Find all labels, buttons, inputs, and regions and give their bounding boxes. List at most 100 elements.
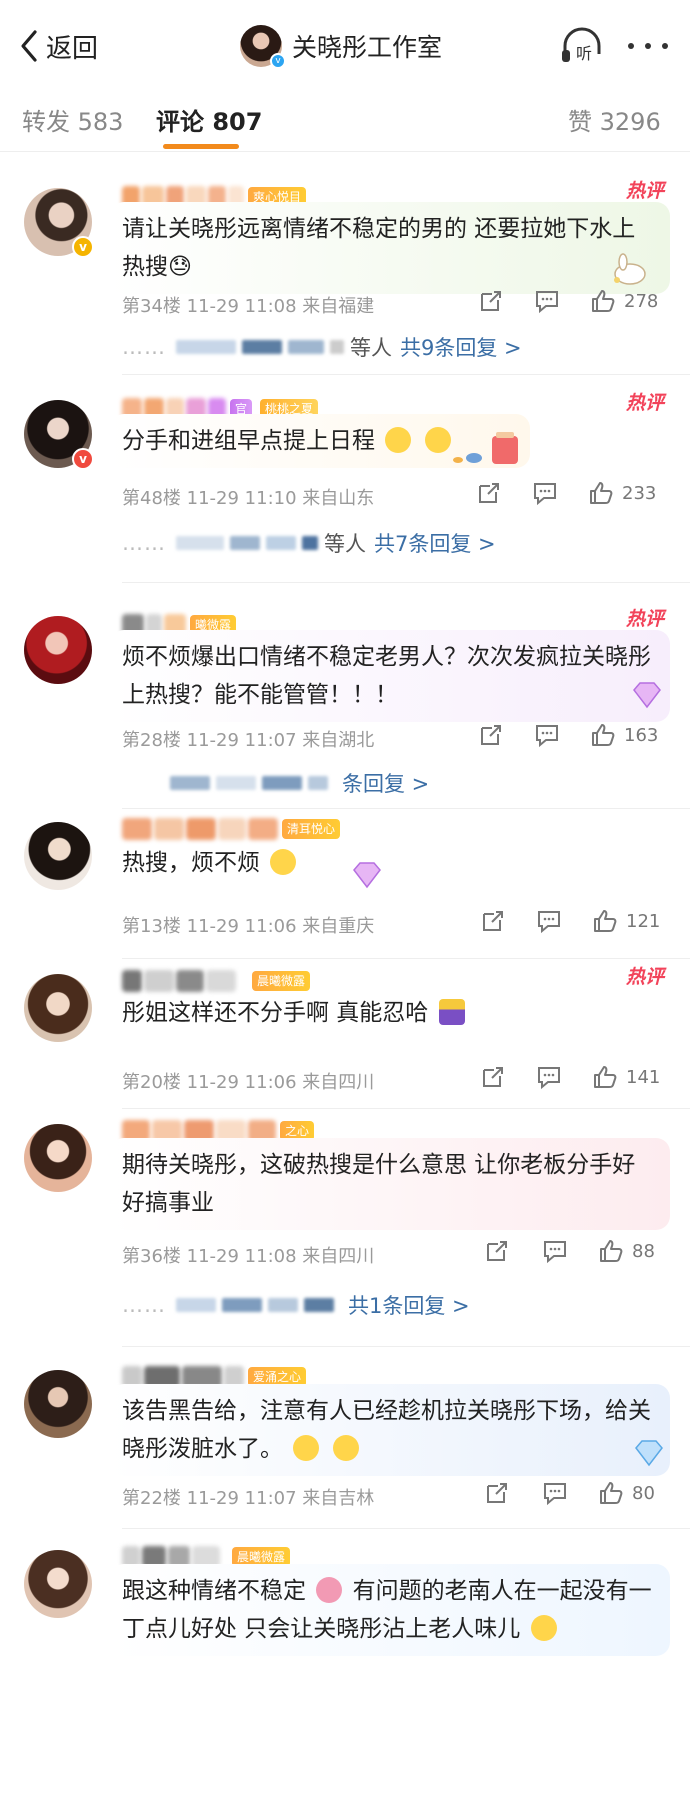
account-title[interactable]: v 关晓彤工作室 [240,22,442,70]
like-button[interactable]: 88 [598,1238,655,1264]
tab-reposts[interactable]: 转发 583 [22,102,123,137]
comment-item: 之心 期待关晓彤，这破热搜是什么意思 让你老板分手好好搞事业 第36楼 11-2… [0,1110,690,1350]
comment-text: 热搜，烦不烦 [122,850,260,876]
avatar[interactable] [24,1370,92,1438]
comment-bubble: 热搜，烦不烦 [110,836,311,890]
listen-label: 听 [576,44,592,63]
hot-comment-tag: 热评 [625,392,664,414]
comment-item: 曦微露 热评 烦不烦爆出口情绪不稳定老男人？次次发疯拉关晓彤上热搜？能不能管管！… [0,596,690,810]
comment-text: 分手和进组早点提上日程 [122,428,375,454]
share-button[interactable] [480,1064,506,1090]
redacted-block [222,1298,262,1312]
avatar[interactable]: v [24,400,94,470]
comment-text-part-1: 跟这种情绪不稳定 [122,1578,306,1604]
comment-location: 来自四川 [302,1246,375,1267]
comments-page: { "nav": {"back_label": "返回", "title": "… [0,0,690,1815]
floor-number: 第28楼 [122,730,181,751]
like-button[interactable]: 163 [590,722,658,748]
view-replies-link[interactable]: 条回复 > [342,768,429,798]
tab-likes[interactable]: 赞 3296 [568,102,661,137]
more-options-button[interactable] [624,28,672,64]
dot-icon [662,43,668,49]
redacted-block [176,340,236,354]
like-button[interactable]: 141 [592,1064,660,1090]
replies-row[interactable]: …… 等人 共7条回复 > [122,528,496,558]
back-button[interactable]: 返回 [18,26,98,66]
comment-time: 11-29 11:07 [186,1488,297,1509]
comment-time: 11-29 11:10 [186,488,297,509]
diamond-sticker-icon [635,1440,663,1467]
listen-headphones-icon[interactable]: 听 [558,24,606,68]
comment-icon [536,725,558,748]
comment-item: 晨曦微露 热评 彤姐这样还不分手啊 真能忍哈 第20楼 11-29 11:06 … [0,960,690,1110]
redacted-block [262,776,302,790]
hot-comment-tag: 热评 [625,608,664,630]
avatar[interactable] [24,974,92,1042]
thumbs-up-icon [592,724,615,746]
divider [122,582,690,583]
comment-text: 烦不烦爆出口情绪不稳定老男人？次次发疯拉关晓彤上热搜？能不能管管！！！ [122,644,651,708]
view-replies-link[interactable]: 共7条回复 > [374,528,496,558]
tab-label: 评论 [156,108,204,136]
tab-comments[interactable]: 评论 807 [156,102,262,137]
tab-bar: 转发 583 评论 807 赞 3296 [0,92,690,152]
floor-number: 第20楼 [122,1072,181,1093]
teapot-sticker-icon [453,432,518,464]
redacted-block [176,536,224,550]
share-icon [483,911,503,931]
avatar[interactable]: v [24,188,94,258]
avatar[interactable] [24,616,92,684]
share-button[interactable] [478,288,504,314]
comment-item: v 爽心悦目 热评 请让关晓彤远离情绪不稳定的男的 还要拉她下水上热搜😓 第34… [0,160,690,376]
like-count: 233 [622,482,657,504]
reply-button[interactable] [542,1480,568,1506]
ellipsis: …… [122,531,166,555]
reply-button[interactable] [534,722,560,748]
comment-meta: 第28楼 11-29 11:07 来自湖北 [122,726,374,752]
floor-number: 第36楼 [122,1246,181,1267]
share-button[interactable] [478,722,504,748]
share-button[interactable] [480,908,506,934]
avatar[interactable] [24,1550,92,1618]
comment-text: 彤姐这样还不分手啊 真能忍哈 [122,1000,429,1026]
reply-button[interactable] [542,1238,568,1264]
replies-row[interactable]: 条回复 > [122,768,429,798]
view-replies-link[interactable]: 共9条回复 > [400,332,522,362]
redacted-block [230,536,260,550]
redacted-block [330,340,344,354]
like-button[interactable]: 233 [588,480,656,506]
share-button[interactable] [484,1480,510,1506]
reply-button[interactable] [532,480,558,506]
like-button[interactable]: 121 [592,908,660,934]
redacted-block [268,1298,298,1312]
avatar[interactable] [24,1124,92,1192]
hot-comment-tag: 热评 [625,966,664,988]
ellipsis: …… [122,335,166,359]
comment-location: 来自吉林 [302,1488,375,1509]
comment-location: 来自重庆 [302,916,375,937]
comment-bubble: 彤姐这样还不分手啊 真能忍哈 [110,986,480,1040]
hug-emoji-icon [385,427,412,453]
thumbs-up-icon [600,1482,623,1504]
floor-number: 第22楼 [122,1488,181,1509]
like-button[interactable]: 80 [598,1480,655,1506]
share-button[interactable] [484,1238,510,1264]
redacted-block [266,536,296,550]
like-count: 278 [624,290,659,312]
thumbs-up-icon [594,910,617,932]
replies-row[interactable]: …… 等人 共9条回复 > [122,332,522,362]
share-icon [487,1483,507,1503]
avatar[interactable] [24,822,92,890]
like-button[interactable]: 278 [590,288,658,314]
reply-button[interactable] [534,288,560,314]
divider [122,958,690,959]
thumbs-up-icon [600,1240,623,1262]
comment-icon [538,1067,560,1090]
comment-item: v 官 桃桃之夏 热评 分手和进组早点提上日程 第48楼 11-29 11:10… [0,376,690,596]
thumbs-up-icon [590,482,613,504]
reply-button[interactable] [536,1064,562,1090]
view-replies-link[interactable]: 共1条回复 > [348,1290,470,1320]
share-button[interactable] [476,480,502,506]
replies-row[interactable]: …… 共1条回复 > [122,1290,470,1320]
reply-button[interactable] [536,908,562,934]
